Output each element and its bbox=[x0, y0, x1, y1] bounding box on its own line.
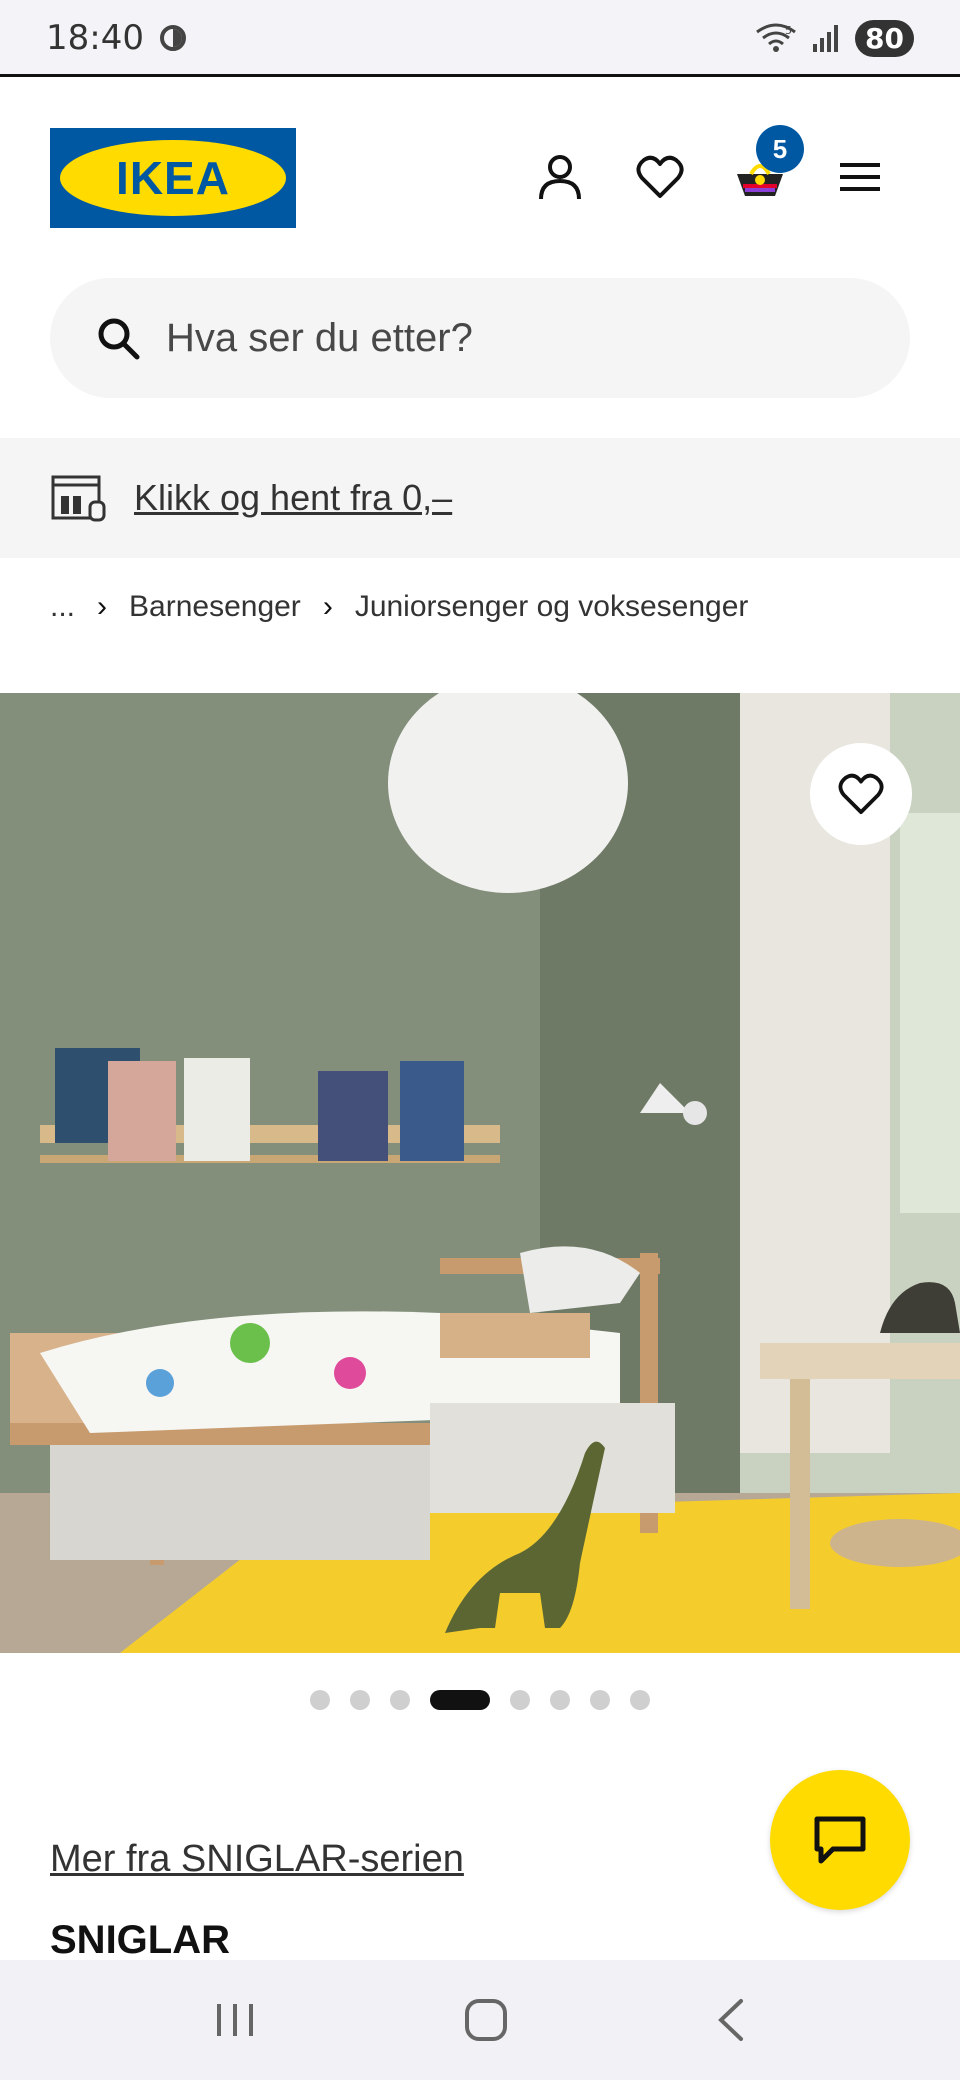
chat-bubble-icon bbox=[814, 1816, 866, 1864]
account-icon[interactable] bbox=[530, 147, 590, 207]
signal-icon bbox=[813, 25, 839, 52]
carousel-dot[interactable] bbox=[510, 1690, 530, 1710]
carousel-dot[interactable] bbox=[310, 1690, 330, 1710]
add-to-favorites-button[interactable] bbox=[810, 743, 912, 845]
image-carousel-indicator bbox=[0, 1690, 960, 1710]
status-bar: 18:40 5 80 bbox=[0, 0, 960, 76]
ikea-logo[interactable]: IKEA bbox=[50, 128, 296, 228]
breadcrumb-ellipsis[interactable]: ... bbox=[50, 590, 75, 624]
search-icon bbox=[98, 318, 140, 360]
breadcrumb: ... › Barnesenger › Juniorsenger og voks… bbox=[50, 590, 748, 624]
carousel-dot-active[interactable] bbox=[430, 1690, 490, 1710]
search-bar[interactable]: Hva ser du etter? bbox=[50, 278, 910, 398]
product-name: SNIGLAR bbox=[50, 1918, 230, 1962]
status-time: 18:40 bbox=[46, 18, 144, 58]
breadcrumb-barnesenger[interactable]: Barnesenger bbox=[129, 590, 301, 624]
system-nav-bar bbox=[0, 1960, 960, 2080]
chevron-right-icon: › bbox=[97, 590, 108, 623]
svg-text:5: 5 bbox=[785, 24, 792, 37]
click-collect-link[interactable]: Klikk og hent fra 0,– bbox=[134, 477, 452, 519]
recent-apps-icon[interactable] bbox=[213, 2000, 257, 2040]
series-link[interactable]: Mer fra SNIGLAR-serien bbox=[50, 1838, 464, 1881]
product-photo bbox=[0, 693, 960, 1653]
search-input[interactable]: Hva ser du etter? bbox=[166, 316, 473, 361]
product-image[interactable] bbox=[0, 693, 960, 1653]
home-icon[interactable] bbox=[463, 1997, 509, 2043]
carousel-dot[interactable] bbox=[590, 1690, 610, 1710]
site-header: IKEA 5 bbox=[0, 77, 960, 267]
chat-button[interactable] bbox=[770, 1770, 910, 1910]
store-pickup-icon bbox=[51, 475, 106, 522]
cart-count-badge: 5 bbox=[756, 125, 804, 173]
chevron-right-icon: › bbox=[322, 590, 333, 623]
back-icon[interactable] bbox=[715, 1997, 747, 2043]
click-collect-banner: Klikk og hent fra 0,– bbox=[0, 438, 960, 558]
carousel-dot[interactable] bbox=[350, 1690, 370, 1710]
wishlist-heart-icon[interactable] bbox=[630, 147, 690, 207]
heart-icon bbox=[838, 773, 884, 815]
cart-icon[interactable]: 5 bbox=[730, 125, 804, 207]
logo-oval: IKEA bbox=[60, 140, 286, 216]
menu-hamburger-icon[interactable] bbox=[830, 147, 890, 207]
do-not-disturb-icon bbox=[159, 25, 186, 51]
carousel-dot[interactable] bbox=[550, 1690, 570, 1710]
carousel-dot[interactable] bbox=[630, 1690, 650, 1710]
battery-indicator: 80 bbox=[855, 19, 914, 57]
carousel-dot[interactable] bbox=[390, 1690, 410, 1710]
wifi-icon: 5 bbox=[756, 23, 796, 52]
logo-text: IKEA bbox=[116, 152, 230, 204]
breadcrumb-juniorsenger[interactable]: Juniorsenger og voksesenger bbox=[355, 590, 749, 624]
